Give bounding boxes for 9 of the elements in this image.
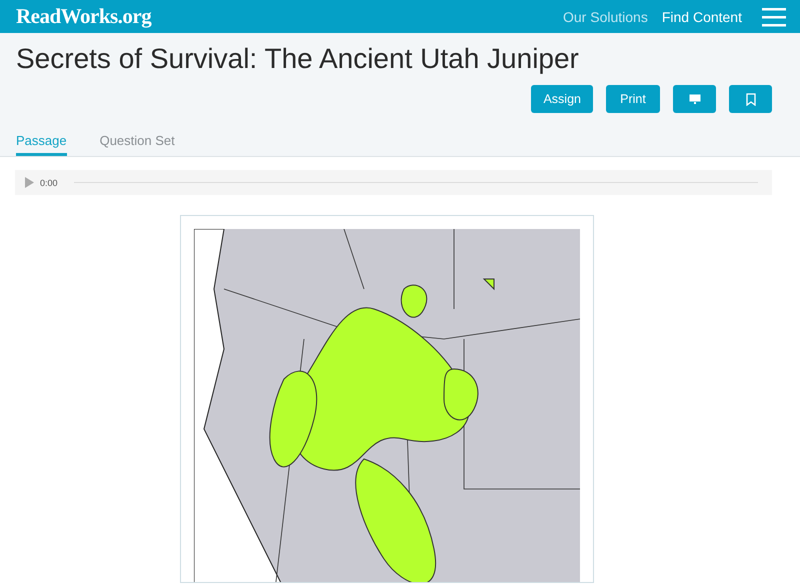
action-button[interactable]: Assign: [531, 85, 593, 113]
nav-link[interactable]: Find Content: [662, 8, 742, 24]
logo[interactable]: ReadWorks.org: [16, 4, 152, 29]
tab[interactable]: Question Set: [100, 133, 175, 156]
tab[interactable]: Passage: [16, 133, 67, 156]
action-button[interactable]: Print: [606, 85, 660, 113]
page-title: Secrets of Survival: The Ancient Utah Juniper: [16, 43, 580, 75]
nav-link[interactable]: Our Solutions: [563, 8, 648, 24]
audio-time: 0:00: [40, 178, 58, 188]
